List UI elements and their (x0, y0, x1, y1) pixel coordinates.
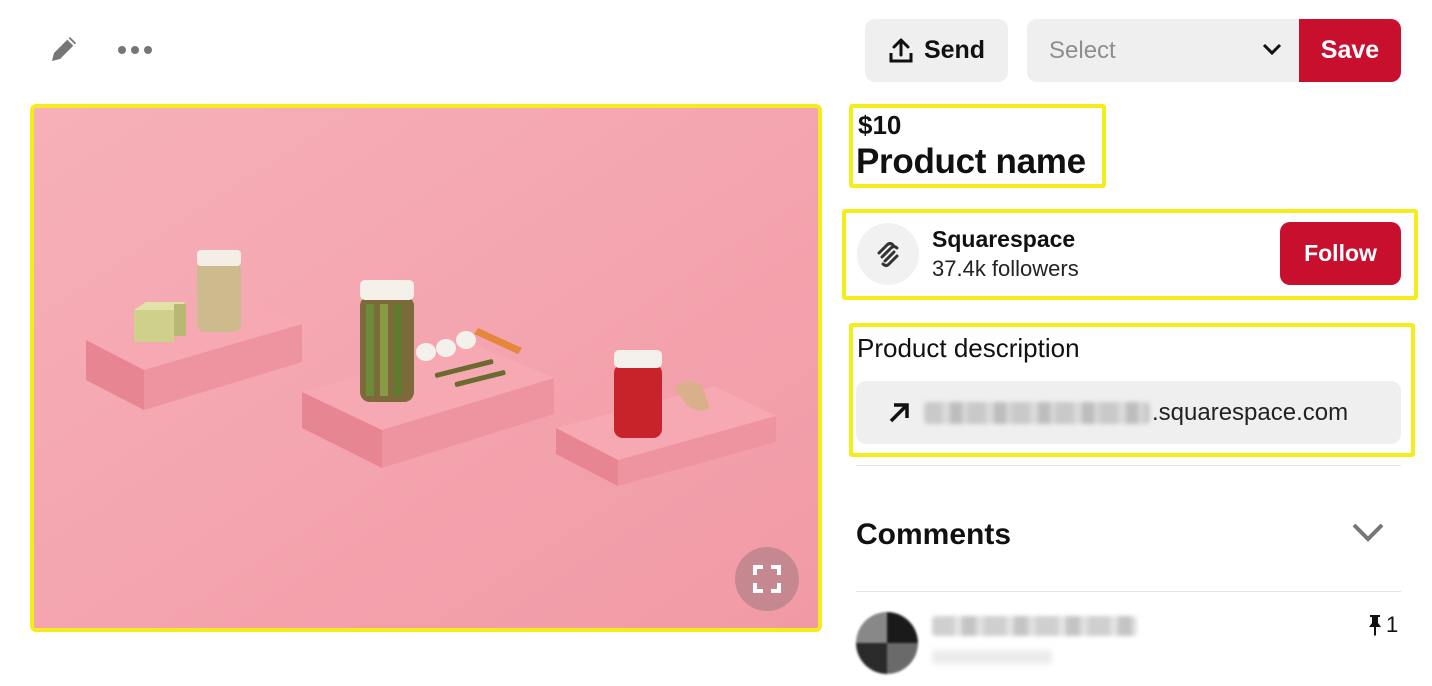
edit-pencil-icon[interactable] (46, 31, 82, 67)
squarespace-logo-icon (877, 242, 899, 267)
product-link-button[interactable]: .squarespace.com (856, 381, 1401, 444)
creator-avatar[interactable] (857, 223, 919, 285)
pin-count-value: 1 (1386, 612, 1399, 637)
product-description: Product description (857, 333, 1080, 363)
product-image (30, 104, 822, 632)
divider (856, 465, 1401, 466)
blurred-subdomain (924, 401, 1150, 424)
more-options-icon[interactable] (116, 40, 154, 60)
divider (856, 591, 1401, 592)
arrow-up-right-icon (889, 402, 909, 422)
comments-heading: Comments (856, 518, 1012, 551)
product-name: Product name (856, 142, 1086, 181)
blurred-comment-text (932, 650, 1052, 664)
chevron-down-icon (1262, 43, 1282, 56)
send-button[interactable]: Send (865, 19, 1008, 82)
board-select[interactable]: Select (1027, 19, 1301, 82)
creator-name[interactable]: Squarespace (932, 226, 1075, 253)
product-price: $10 (858, 110, 902, 140)
comments-toggle[interactable] (1350, 520, 1386, 549)
pushpin-icon (1369, 615, 1381, 636)
save-button[interactable]: Save (1299, 19, 1401, 82)
blurred-commenter-name (932, 616, 1137, 636)
pin-count: 1 (1366, 612, 1398, 638)
follow-button[interactable]: Follow (1280, 222, 1401, 285)
creator-followers: 37.4k followers (932, 256, 1079, 281)
link-domain: .squarespace.com (1152, 398, 1349, 426)
commenter-avatar[interactable] (856, 612, 918, 674)
board-select-placeholder: Select (1049, 36, 1116, 64)
send-label: Send (923, 36, 986, 64)
chevron-down-icon (1352, 523, 1384, 542)
expand-icon (753, 565, 781, 593)
fullscreen-button[interactable] (735, 547, 799, 611)
upload-icon (889, 38, 913, 62)
